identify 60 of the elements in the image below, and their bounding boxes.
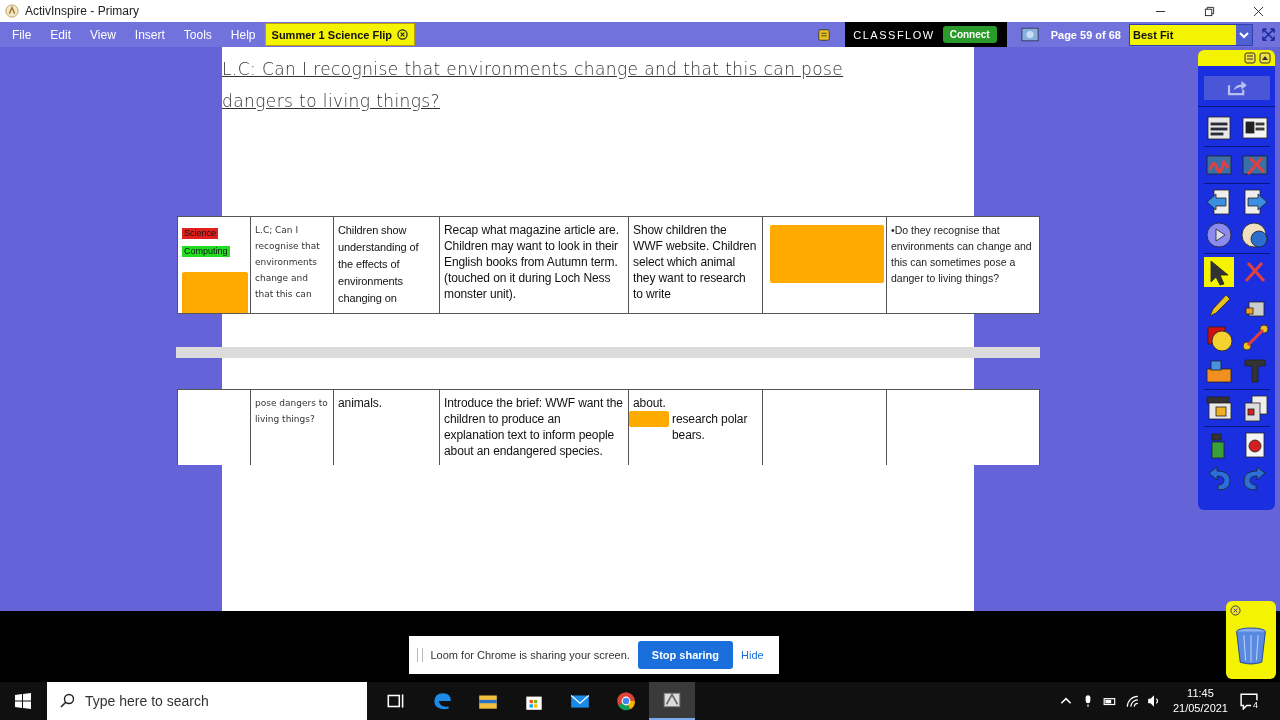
lesson-title: L.C: Can I recognise that environments change and that this can pose: [222, 58, 845, 81]
chrome-icon[interactable]: [615, 690, 637, 712]
table-cell-text: pose dangers to living things?: [255, 397, 329, 426]
close-icon[interactable]: [1230, 605, 1241, 616]
connector-icon[interactable]: [1239, 323, 1270, 353]
sharing-message: Loom for Chrome is sharing your screen.: [430, 649, 630, 661]
clock-date[interactable]: 21/05/2021: [1172, 701, 1228, 716]
classflow-logo: CLASSFLOW: [853, 28, 935, 41]
fullscreen-icon[interactable]: [1261, 27, 1276, 42]
restore-icon[interactable]: [1204, 5, 1215, 17]
page-browser-icon[interactable]: [1020, 27, 1039, 42]
table-cell-text: research polar bears.: [672, 411, 749, 443]
share-icon: [1225, 80, 1248, 96]
subject-tag: Computing: [182, 246, 230, 257]
speaker-icon[interactable]: [1146, 694, 1161, 708]
drag-handle-icon[interactable]: [416, 648, 423, 662]
media-icon[interactable]: [1203, 393, 1234, 423]
table-cell-text: L.C; Can I recognise that environments change and that this can: [255, 224, 321, 301]
table-cell-text: •Do they recognise that environments can change and this can sometimes pose a danger to living things?: [891, 223, 1033, 286]
table-cell-text: Children show understanding of the effects of environments changing on: [338, 223, 420, 306]
hide-link[interactable]: Hide: [741, 649, 764, 661]
play-icon[interactable]: [1203, 220, 1234, 250]
close-icon[interactable]: [1253, 5, 1264, 17]
menu-item[interactable]: Tools: [183, 27, 212, 42]
menu-item[interactable]: Help: [230, 27, 256, 42]
menu-item[interactable]: Edit: [50, 27, 72, 42]
page-indicator: Page 59 of 68: [1050, 28, 1121, 41]
notes-icon[interactable]: [817, 27, 832, 42]
table-cell-text: Recap what magazine article are. Children may want to look in their English books from Autumn term. (touched on it during Loch Ness monster unit).: [444, 222, 620, 302]
zoom-select[interactable]: Best Fit: [1129, 23, 1253, 46]
notes-icon[interactable]: [1244, 52, 1256, 64]
search-field[interactable]: Type here to search: [47, 682, 367, 720]
lesson-title: dangers to living things?: [222, 90, 441, 113]
pointer-icon[interactable]: [1203, 257, 1234, 287]
redaction-block: [182, 272, 248, 313]
wifi-icon[interactable]: [1124, 694, 1139, 708]
stop-sharing-button[interactable]: Stop sharing: [637, 641, 734, 669]
windows-start-icon[interactable]: [15, 693, 31, 709]
caret-icon: [1236, 24, 1252, 45]
close-icon[interactable]: [397, 29, 408, 40]
edge-browser-icon[interactable]: [431, 690, 453, 712]
table-cell-text: Show children the WWF website. Children select which animal they want to research to write: [633, 222, 758, 302]
notification-count: 4: [1251, 700, 1260, 710]
menu-item[interactable]: Insert: [134, 27, 165, 42]
search-icon: [59, 693, 75, 709]
menu-item[interactable]: View: [90, 27, 116, 42]
table-cell-text: about.: [633, 395, 667, 411]
table-cell-text: Introduce the brief: WWF want the children to produce an explanation text to inform people about an endangered species.: [444, 395, 624, 459]
collapse-icon[interactable]: [1259, 52, 1271, 64]
connect-button[interactable]: Connect: [942, 26, 997, 43]
export-button[interactable]: [1203, 76, 1270, 100]
redaction-block: [629, 411, 669, 427]
app-logo-icon: [5, 4, 19, 18]
trash-bin-icon[interactable]: [1233, 626, 1269, 666]
subject-tag: Science: [182, 228, 219, 239]
table-cell-text: animals.: [338, 395, 383, 411]
flipchart-tab[interactable]: Summer 1 Science Flip: [264, 23, 415, 46]
window-title: ActivInspire - Primary: [25, 4, 140, 18]
clock-time[interactable]: 11:45: [1187, 686, 1214, 701]
menu-item[interactable]: File: [12, 27, 32, 42]
